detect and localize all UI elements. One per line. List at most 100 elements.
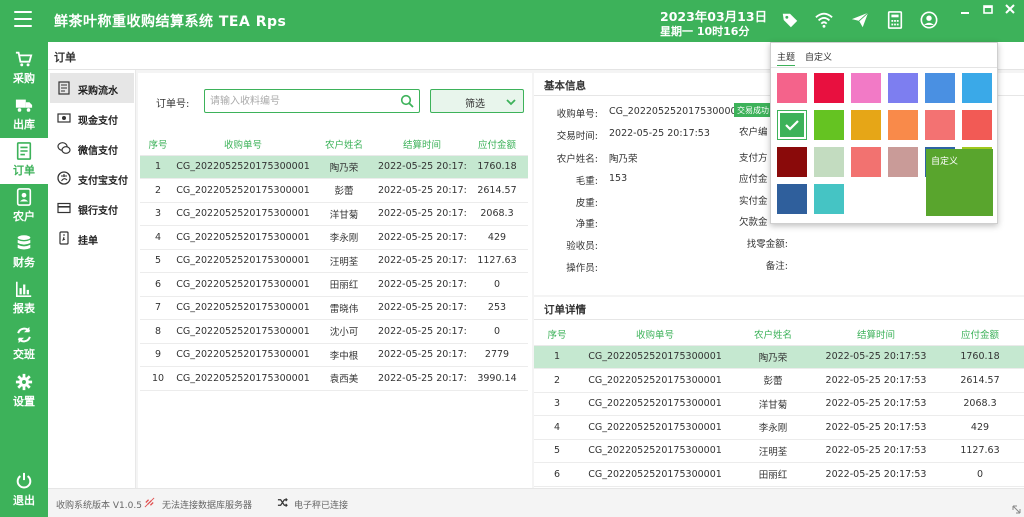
theme-swatch[interactable] [777, 73, 807, 103]
theme-swatch[interactable] [962, 110, 992, 140]
table-row[interactable]: 9 CG_2022052520175300001 李中根 2022-05-25 20:… [140, 343, 528, 367]
cell: CG_2022052520175300001 [176, 296, 310, 320]
cell: 10 [140, 366, 176, 391]
table-row[interactable]: 1 CG_2022052520175300001 陶乃荣 2022-05-25 20:… [140, 155, 528, 179]
table-row[interactable]: 3 CG_2022052520175300001 洋甘菊 2022-05-25 20:… [140, 202, 528, 226]
cell: 陶乃荣 [310, 155, 378, 179]
theme-swatch[interactable] [851, 110, 881, 140]
wifi-icon[interactable] [815, 11, 833, 29]
sidebar-item-report[interactable]: 报表 [0, 276, 48, 322]
theme-swatch[interactable] [888, 147, 918, 177]
search-icon[interactable] [400, 94, 414, 108]
theme-swatch[interactable] [851, 73, 881, 103]
cell: 0 [466, 319, 528, 344]
theme-swatch[interactable] [814, 147, 844, 177]
chevron-down-icon [506, 99, 516, 106]
basic-info-title: 基本信息 [544, 80, 586, 92]
minimize-icon[interactable] [957, 3, 973, 17]
sidebar-item-order[interactable]: 订单 [0, 138, 48, 184]
tab-theme[interactable]: 主题 [777, 50, 796, 66]
sidebar-item-shift[interactable]: 交班 [0, 322, 48, 368]
order-table: 序号 收购单号 农户姓名 结算时间 应付金额 1 CG_2022052520175… [140, 133, 528, 391]
sidebar-item-purchase[interactable]: 采购 [0, 46, 48, 92]
table-row[interactable]: 5 CG_2022052520175300001 汪明荃 2022-05-25 20:… [140, 249, 528, 273]
theme-swatch[interactable] [814, 110, 844, 140]
cell: 8 [140, 319, 176, 344]
theme-swatch[interactable] [925, 73, 955, 103]
maximize-icon[interactable] [980, 3, 996, 17]
table-row[interactable]: 1 CG_2022052520175300001 陶乃荣 2022-05-25 20:… [534, 345, 1024, 369]
sidebar-item-settings[interactable]: 设置 [0, 369, 48, 415]
tab-custom[interactable]: 自定义 [805, 50, 832, 63]
theme-swatch[interactable] [925, 110, 955, 140]
theme-swatch[interactable] [814, 73, 844, 103]
table-row[interactable]: 5 CG_2022052520175300001 汪明荃 2022-05-25 20:… [534, 439, 1024, 463]
sidebar-item-farmer[interactable]: 农户 [0, 184, 48, 230]
table-row[interactable]: 6 CG_2022052520175300001 田丽红 2022-05-25 20:… [140, 272, 528, 297]
cell: CG_2022052520175300001 [176, 343, 310, 367]
theme-swatch[interactable] [888, 110, 918, 140]
subnav-item-alipay[interactable]: 支付宝支付 [50, 163, 134, 193]
order-no-input[interactable] [210, 91, 390, 111]
user-icon[interactable] [920, 11, 938, 29]
subnav-item-cash[interactable]: 现金支付 [50, 103, 134, 133]
table-row[interactable]: 4 CG_2022052520175300001 李永刚 2022-05-25 20:… [140, 225, 528, 250]
theme-swatch[interactable] [851, 147, 881, 177]
table-row[interactable]: 10 CG_2022052520175300001 袁西美 2022-05-25 20… [140, 366, 528, 391]
wechat-icon [57, 142, 71, 154]
cell: 9 [140, 343, 176, 367]
table-row[interactable]: 3 CG_2022052520175300001 洋甘菊 2022-05-25 20:… [534, 392, 1024, 416]
database-icon [17, 235, 31, 250]
table-row[interactable]: 2 CG_2022052520175300001 彭蕾 2022-05-25 20:1… [140, 178, 528, 203]
cell: CG_2022052520175300001 [580, 415, 730, 440]
tag-icon[interactable] [781, 11, 799, 29]
table-row[interactable]: 4 CG_2022052520175300001 李永刚 2022-05-25 20:… [534, 415, 1024, 440]
cell: 2022-05-25 20:17:53 [378, 178, 466, 203]
cell: 1760.18 [936, 345, 1024, 369]
close-icon[interactable] [1002, 3, 1018, 17]
table-row[interactable]: 2 CG_2022052520175300001 彭蕾 2022-05-25 20:1… [534, 368, 1024, 393]
table-row[interactable]: 8 CG_2022052520175300001 沈小可 2022-05-25 20:… [140, 319, 528, 344]
cell: 1760.18 [466, 155, 528, 179]
power-icon [16, 472, 32, 489]
cell: 袁西美 [310, 366, 378, 391]
calculator-icon[interactable] [886, 11, 904, 29]
title-bar: 鲜茶叶称重收购结算系统 TEA Rps 2023年03月13日 星期一 10时1… [0, 0, 1024, 42]
table-row[interactable]: 7 CG_2022052520175300001 雷晓伟 2022-05-25 20:… [140, 296, 528, 320]
theme-swatch[interactable] [814, 184, 844, 214]
subnav-item-bank[interactable]: 银行支付 [50, 193, 134, 223]
theme-swatch[interactable] [888, 73, 918, 103]
cell: 2022-05-25 20:17:53 [378, 343, 466, 367]
cell: 429 [466, 225, 528, 250]
cell: 雷晓伟 [310, 296, 378, 320]
filter-button[interactable]: 筛选 [430, 89, 524, 113]
cell: 2022-05-25 20:17:53 [816, 392, 936, 416]
sidebar-item-outbound[interactable]: 出库 [0, 92, 48, 138]
subnav-item-purchase-flow[interactable]: 采购流水 [50, 73, 134, 103]
bar-chart-icon [15, 281, 32, 298]
resize-grip-icon[interactable] [1011, 504, 1022, 515]
order-detail-title: 订单详情 [544, 304, 586, 316]
send-icon[interactable] [851, 11, 869, 29]
theme-swatch[interactable] [962, 73, 992, 103]
subnav-item-wechat[interactable]: 微信支付 [50, 133, 134, 163]
sidebar-item-label: 退出 [13, 494, 35, 507]
table-row[interactable]: 6 CG_2022052520175300001 田丽红 2022-05-25 20:… [534, 462, 1024, 487]
cell: 2022-05-25 20:17:53 [816, 439, 936, 463]
sidebar-item-logout[interactable]: 退出 [0, 468, 48, 514]
cell: CG_2022052520175300001 [176, 202, 310, 226]
theme-swatch[interactable] [777, 147, 807, 177]
farmer-no-label: 农户编 [739, 127, 768, 138]
theme-swatch[interactable] [777, 184, 807, 214]
theme-swatch[interactable] [777, 110, 807, 140]
sidebar-item-finance[interactable]: 财务 [0, 230, 48, 276]
subnav-item-pending[interactable]: 挂单 [50, 223, 134, 253]
cell: 6 [140, 272, 176, 297]
theme-popup: 主题 自定义 自定义 [770, 42, 998, 224]
column-header: 应付金额 [466, 133, 528, 156]
custom-theme-swatch[interactable]: 自定义 [926, 149, 993, 216]
cell: CG_2022052520175300001 [580, 345, 730, 369]
subnav-label: 微信支付 [78, 146, 118, 157]
hamburger-menu-icon[interactable] [14, 11, 32, 31]
cell: 彭蕾 [310, 178, 378, 203]
